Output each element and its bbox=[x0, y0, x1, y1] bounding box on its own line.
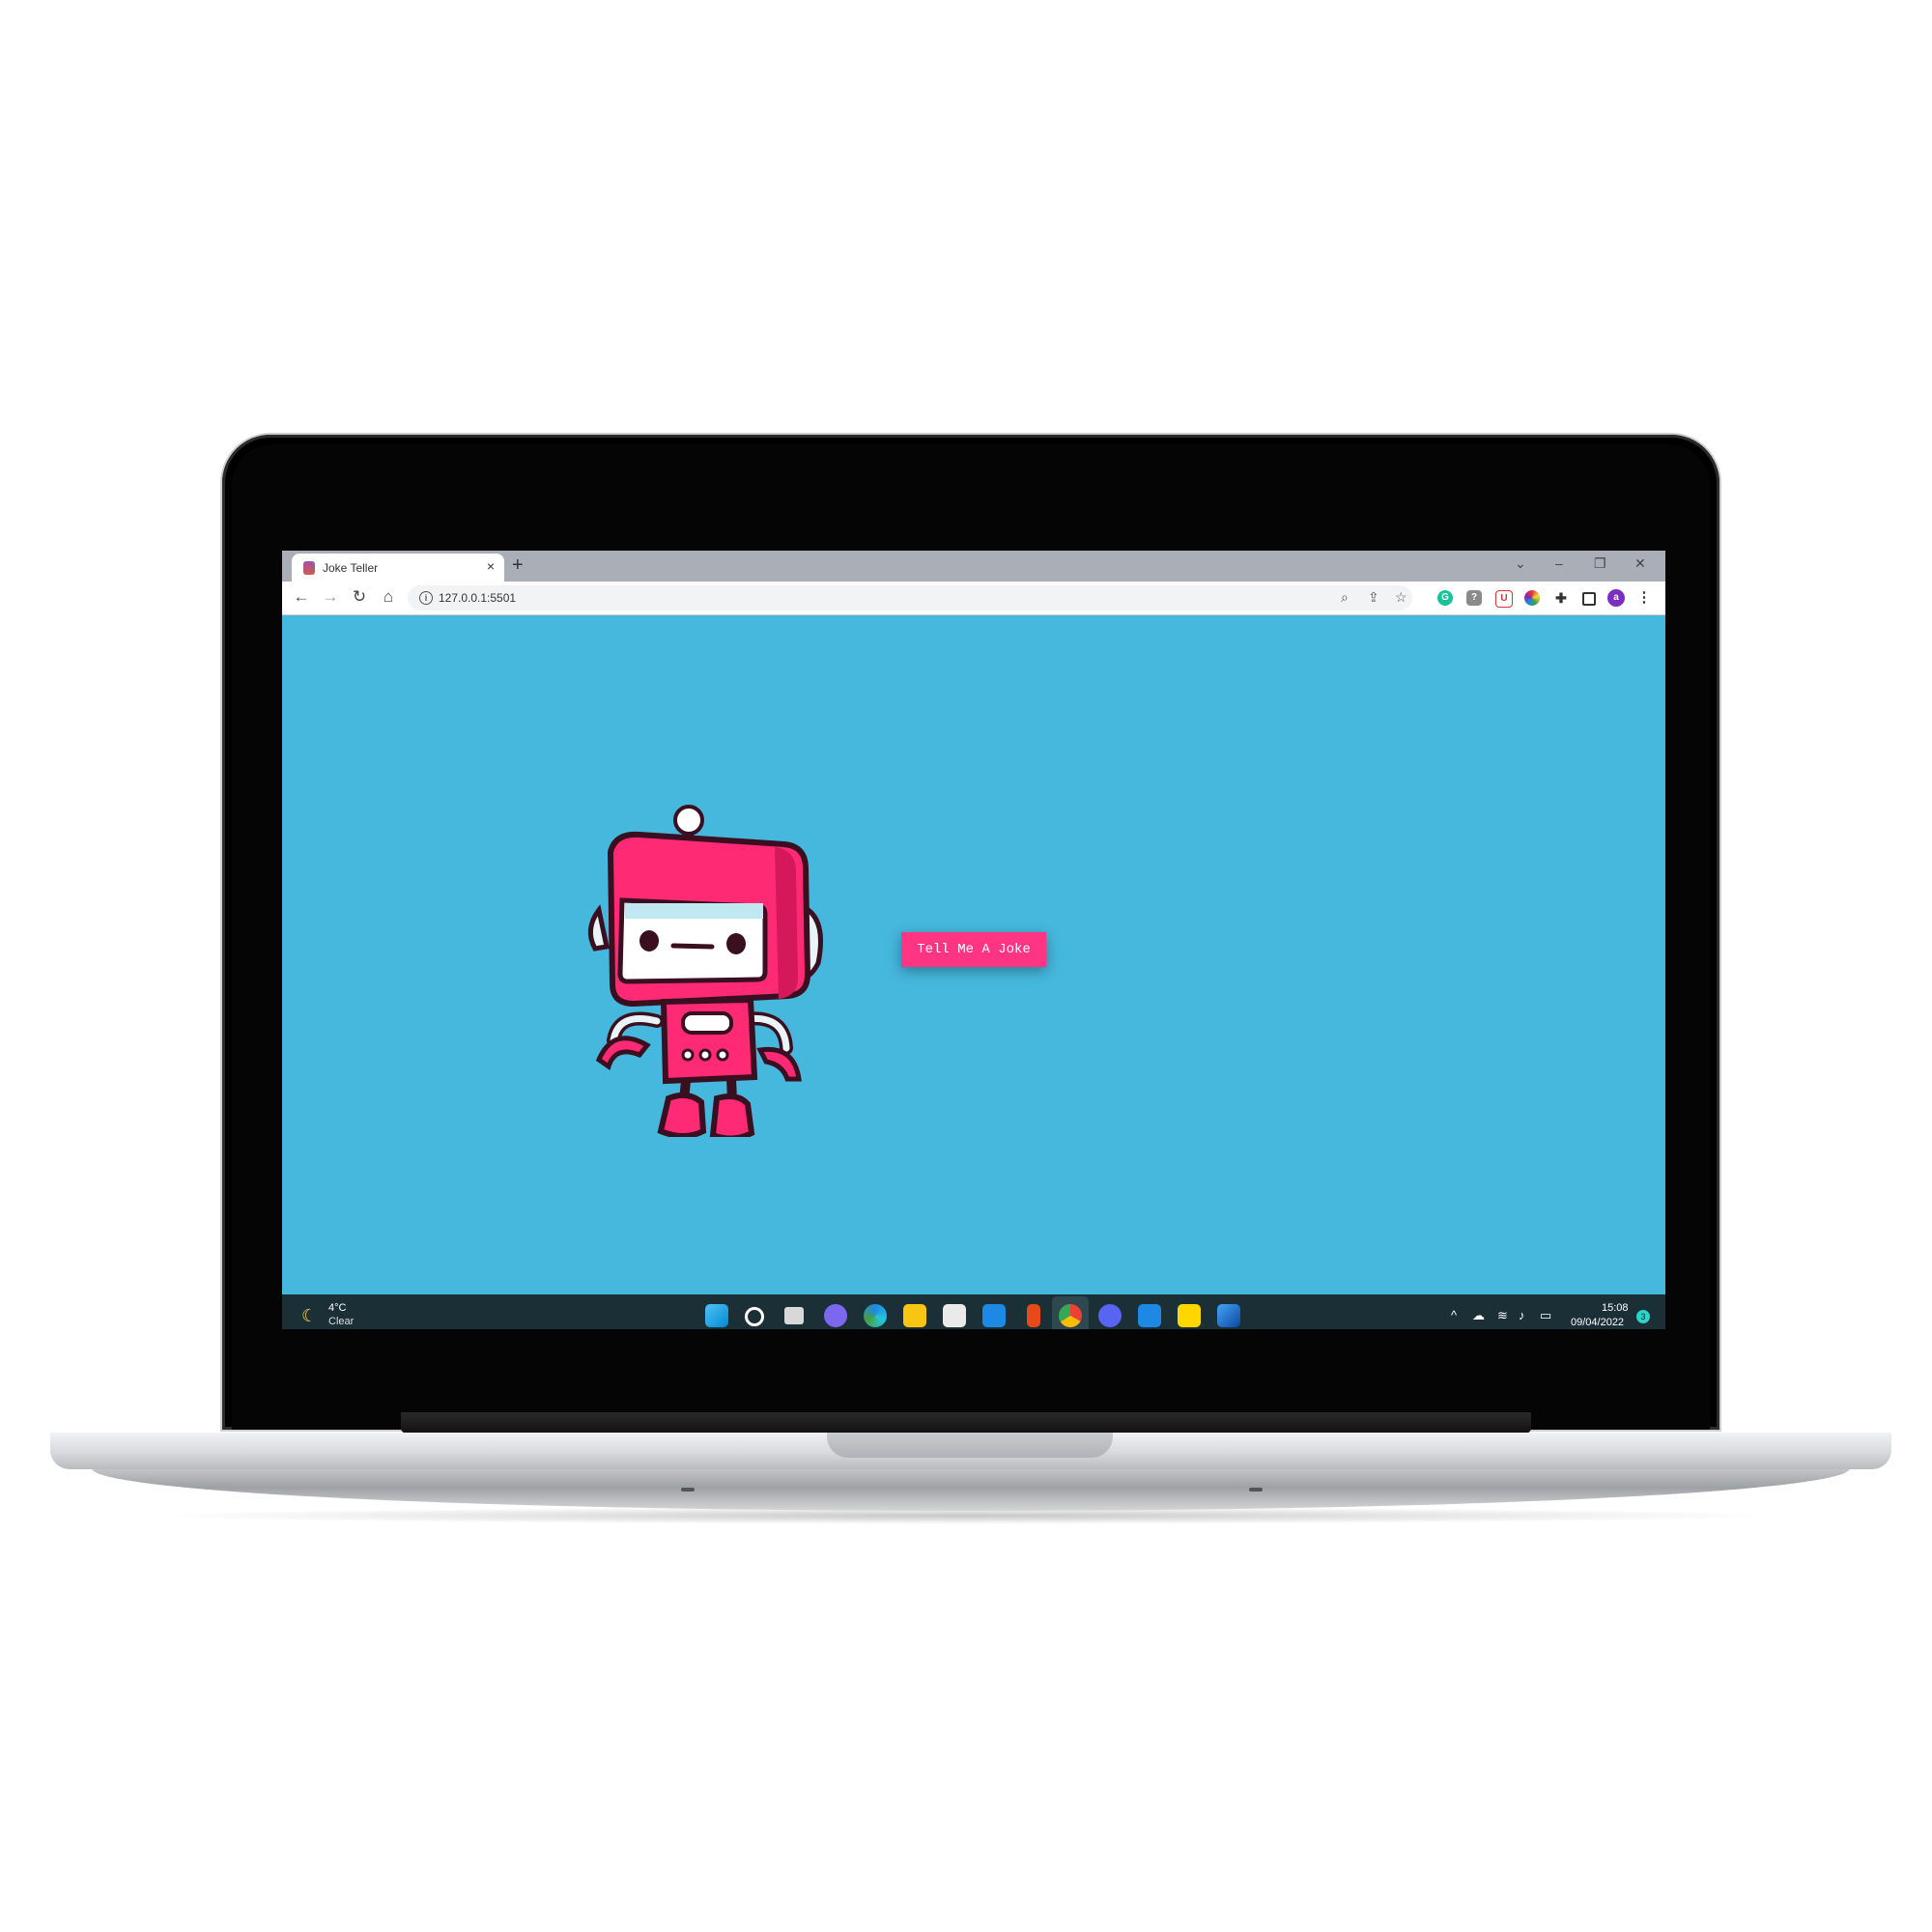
help-extension-icon[interactable]: ? bbox=[1466, 590, 1482, 606]
grammarly-extension-icon[interactable]: G bbox=[1437, 590, 1453, 606]
wifi-icon[interactable]: ≋ bbox=[1497, 1308, 1508, 1323]
sticky-notes-icon[interactable] bbox=[1178, 1304, 1201, 1327]
start-icon[interactable] bbox=[705, 1304, 728, 1327]
chrome-icon[interactable] bbox=[1059, 1304, 1082, 1327]
extensions-puzzle-icon[interactable]: ✚ bbox=[1553, 590, 1569, 606]
photos-icon[interactable] bbox=[1217, 1304, 1240, 1327]
clock-time[interactable]: 15:08 bbox=[1602, 1302, 1629, 1314]
store-icon[interactable] bbox=[943, 1304, 966, 1327]
robot-illustration bbox=[587, 805, 823, 1137]
browser-tab-bar: Joke Teller × + ⌄ – ❐ ✕ bbox=[282, 551, 1665, 582]
share-icon[interactable]: ⇪ bbox=[1368, 589, 1379, 606]
menu-kebab-icon[interactable]: ⋮ bbox=[1636, 590, 1652, 606]
restore-icon[interactable]: ❐ bbox=[1594, 555, 1606, 572]
forward-arrow-icon[interactable]: → bbox=[321, 587, 340, 607]
laptop-hinge bbox=[401, 1412, 1531, 1434]
laptop-screen: Joke Teller × + ⌄ – ❐ ✕ ← → ↻ ⌂ i 127.0.… bbox=[282, 551, 1665, 1329]
laptop-foot bbox=[1249, 1488, 1263, 1492]
tab-title: Joke Teller bbox=[323, 561, 379, 575]
notification-badge[interactable]: 3 bbox=[1636, 1310, 1650, 1323]
browser-toolbar: ← → ↻ ⌂ i 127.0.0.1:5501 ⌕ ⇪ ☆ G ? U ✚ a… bbox=[282, 582, 1665, 615]
laptop-notch bbox=[827, 1433, 1113, 1458]
office-icon[interactable] bbox=[1027, 1304, 1040, 1327]
clock-date[interactable]: 09/04/2022 bbox=[1571, 1317, 1624, 1328]
side-panel-icon[interactable] bbox=[1582, 592, 1596, 606]
mail-icon[interactable] bbox=[982, 1304, 1006, 1327]
browser-tab[interactable]: Joke Teller × bbox=[292, 554, 504, 582]
edge-icon[interactable] bbox=[864, 1304, 887, 1327]
vscode-icon[interactable] bbox=[1138, 1304, 1161, 1327]
back-arrow-icon[interactable]: ← bbox=[292, 587, 311, 607]
weather-temperature[interactable]: 4°C bbox=[328, 1302, 346, 1314]
close-tab-icon[interactable]: × bbox=[487, 558, 495, 574]
file-explorer-icon[interactable] bbox=[903, 1304, 926, 1327]
discord-icon[interactable] bbox=[1098, 1304, 1122, 1327]
profile-avatar[interactable]: a bbox=[1607, 589, 1625, 607]
window-close-icon[interactable]: ✕ bbox=[1634, 555, 1646, 572]
teams-chat-icon[interactable] bbox=[824, 1304, 847, 1327]
volume-icon[interactable]: ♪ bbox=[1519, 1308, 1525, 1322]
url-text[interactable]: 127.0.0.1:5501 bbox=[439, 591, 516, 605]
tell-joke-button[interactable]: Tell Me A Joke bbox=[901, 932, 1046, 967]
site-info-icon[interactable]: i bbox=[419, 591, 433, 605]
tab-search-icon[interactable]: ⌄ bbox=[1515, 555, 1526, 572]
task-view-icon[interactable] bbox=[784, 1307, 804, 1324]
color-picker-extension-icon[interactable] bbox=[1524, 590, 1540, 606]
windows-taskbar: ☾ 4°C Clear ^ ☁ ≋ ♪ ▭ 15:08 09/04/2022 3 bbox=[282, 1294, 1665, 1329]
ublock-extension-icon[interactable]: U bbox=[1495, 590, 1513, 608]
page-content: Tell Me A Joke bbox=[282, 615, 1665, 1294]
new-tab-button[interactable]: + bbox=[512, 554, 524, 577]
home-icon[interactable]: ⌂ bbox=[379, 587, 398, 607]
onedrive-cloud-icon[interactable]: ☁ bbox=[1472, 1308, 1485, 1323]
search-icon[interactable] bbox=[745, 1307, 764, 1326]
bookmark-star-icon[interactable]: ☆ bbox=[1395, 589, 1407, 606]
minimize-icon[interactable]: – bbox=[1555, 555, 1563, 571]
laptop-base-bottom bbox=[92, 1468, 1850, 1511]
reload-icon[interactable]: ↻ bbox=[350, 587, 369, 607]
moon-weather-icon[interactable]: ☾ bbox=[301, 1306, 317, 1326]
weather-condition[interactable]: Clear bbox=[328, 1316, 354, 1327]
zoom-icon[interactable]: ⌕ bbox=[1341, 589, 1349, 606]
tray-chevron-up-icon[interactable]: ^ bbox=[1451, 1308, 1457, 1322]
laptop-foot bbox=[681, 1488, 695, 1492]
battery-icon[interactable]: ▭ bbox=[1540, 1308, 1551, 1323]
microphone-favicon-icon bbox=[303, 561, 315, 575]
address-bar[interactable]: i 127.0.0.1:5501 ⌕ ⇪ ☆ bbox=[408, 585, 1412, 611]
